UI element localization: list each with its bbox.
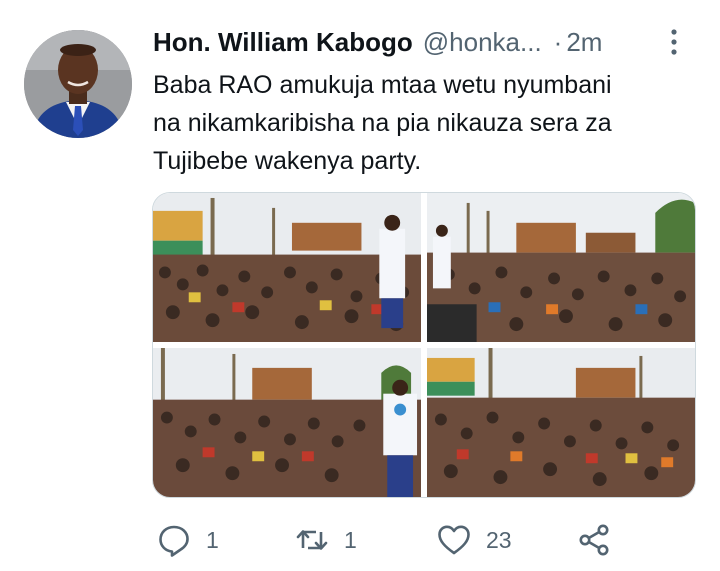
media-grid [152, 192, 696, 498]
heart-icon [436, 522, 472, 558]
tweet-text-line: Tujibebe wakenya party. [153, 147, 422, 175]
profile-photo-icon [24, 30, 132, 138]
crowd-photo-icon [427, 348, 695, 497]
media-photo-2[interactable] [427, 193, 695, 342]
tweet-text: Baba RAO amukuja mtaa wetu nyumbani na n… [153, 66, 713, 180]
like-button[interactable]: 23 [436, 516, 512, 564]
share-button[interactable] [576, 516, 612, 564]
media-photo-1[interactable] [153, 193, 421, 342]
retweet-icon [294, 522, 330, 558]
separator-dot: · [553, 26, 563, 57]
reply-icon [156, 522, 192, 558]
tweet-card[interactable]: Hon. William Kabogo @honka... · 2m Baba … [0, 0, 720, 571]
tweet-actions: 1 1 23 [152, 516, 632, 564]
like-count: 23 [486, 526, 512, 553]
crowd-photo-icon [427, 193, 695, 342]
author-name[interactable]: Hon. William Kabogo [153, 27, 413, 58]
author-handle[interactable]: @honka... [423, 27, 542, 58]
media-photo-4[interactable] [427, 348, 695, 497]
tweet-text-line: Baba RAO amukuja mtaa wetu nyumbani [153, 71, 612, 99]
more-options-icon[interactable] [664, 27, 684, 57]
crowd-photo-icon [153, 193, 421, 342]
retweet-button[interactable]: 1 [294, 516, 357, 564]
media-photo-3[interactable] [153, 348, 421, 497]
share-icon [576, 522, 612, 558]
reply-count: 1 [206, 526, 219, 553]
author-avatar[interactable] [24, 30, 132, 138]
reply-button[interactable]: 1 [156, 516, 219, 564]
crowd-photo-icon [153, 348, 421, 497]
tweet-header: Hon. William Kabogo @honka... · 2m [153, 24, 690, 60]
tweet-timestamp[interactable]: 2m [566, 27, 602, 58]
retweet-count: 1 [344, 526, 357, 553]
tweet-text-line: na nikamkaribisha na pia nikauza sera za [153, 109, 612, 137]
